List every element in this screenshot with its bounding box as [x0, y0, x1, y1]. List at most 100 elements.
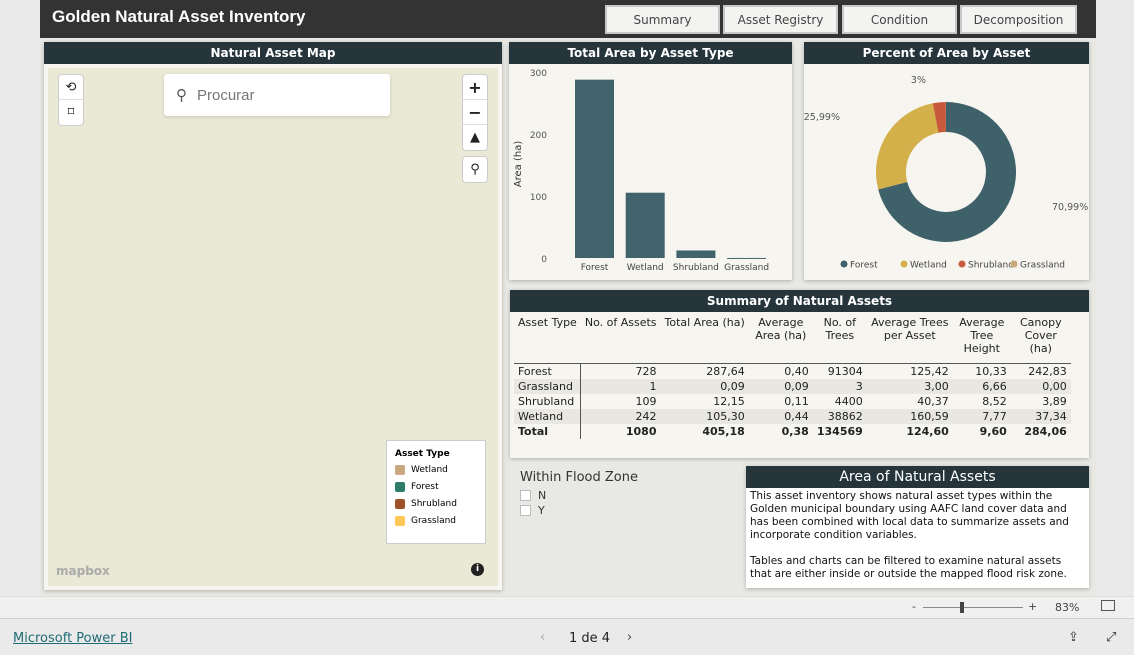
col-header[interactable]: Average Trees per Asset [867, 315, 953, 363]
table-row[interactable]: Wetland 242 105,30 0,44 38862 160,59 7,77 37,34 [514, 408, 1071, 424]
map-search-input[interactable]: ⚲ Procurar [164, 74, 390, 116]
legend-label[interactable]: Grassland [1020, 261, 1065, 271]
bar-forest[interactable] [575, 79, 614, 258]
table-cell: 0,11 [784, 394, 809, 408]
slice-wetland[interactable] [876, 103, 939, 190]
table-cell: 40,37 [917, 394, 949, 408]
checkbox[interactable] [520, 505, 531, 516]
legend-label[interactable]: Wetland [910, 261, 947, 271]
zoom-slider-thumb[interactable] [960, 602, 964, 613]
zoom-minus-button[interactable]: - [912, 600, 916, 613]
nav-summary-button[interactable]: Summary [605, 5, 720, 34]
table-cell: 0,44 [748, 408, 813, 424]
zoom-level: 83% [1055, 601, 1080, 614]
data-label: 3% [911, 75, 926, 86]
footer: Microsoft Power BI ‹ 1 de 4 › ⇪ ⤢ [0, 618, 1134, 655]
map-canvas[interactable]: ⟲ ⌑ ⚲ Procurar + − ▲ ⚲ Asset Type Wetland… [48, 68, 498, 586]
y-tick-label: 100 [530, 193, 547, 203]
table-cell: 242 [580, 408, 661, 424]
compass-icon[interactable]: ▲ [463, 125, 487, 150]
prev-page-button[interactable]: ‹ [540, 630, 545, 645]
zoom-out-button[interactable]: − [463, 100, 487, 125]
table-cell: 728 [635, 364, 657, 378]
table-cell: 0,09 [748, 378, 813, 394]
search-icon: ⚲ [176, 87, 187, 104]
table-cell: Wetland [514, 408, 582, 424]
next-page-button[interactable]: › [627, 630, 632, 645]
col-header[interactable]: Canopy Cover (ha) [1011, 315, 1071, 363]
table-cell: 284,06 [1024, 424, 1067, 438]
legend-item-shrubland: Shrubland [395, 499, 477, 509]
table-cell: 3 [812, 378, 867, 394]
legend-label[interactable]: Shrubland [968, 261, 1014, 271]
x-tick-label: Grassland [724, 263, 769, 273]
table-cell: 12,15 [713, 394, 745, 408]
table-cell: 37,34 [1010, 408, 1071, 424]
col-header[interactable]: Asset Type [514, 315, 581, 363]
nav-decomposition-button[interactable]: Decomposition [960, 5, 1077, 34]
table-cell: 91304 [827, 364, 863, 378]
info-icon[interactable]: i [471, 563, 484, 576]
x-tick-label: Forest [581, 263, 609, 273]
fullscreen-icon[interactable]: ⤢ [1106, 630, 1116, 645]
total-row[interactable]: Total 1080 405,18 0,38 134569 124,60 9,60 284,0… [514, 423, 1071, 439]
info-title: Area of Natural Assets [746, 466, 1089, 488]
table-cell: 0,38 [781, 424, 809, 438]
map-tools: ⟲ ⌑ [58, 74, 84, 126]
bar-chart: 0 100 200 300 Area (ha) Forest Wetland Shrublan… [513, 69, 769, 273]
table-row[interactable]: Shrubland 109 12,15 0,11 4400 40,37 8,52 3,89 [514, 393, 1071, 409]
mapbox-logo[interactable]: mapbox [56, 564, 110, 578]
table-cell: 0,00 [1010, 378, 1071, 394]
table-cell: 9,60 [979, 424, 1007, 438]
legend-marker [958, 260, 966, 268]
bar-grassland[interactable] [727, 257, 767, 259]
table-cell: 109 [635, 394, 657, 408]
flood-zone-slicer: Within Flood Zone N Y [520, 470, 638, 517]
report-title: Golden Natural Asset Inventory [52, 7, 306, 26]
map-legend: Asset Type Wetland Forest Shrubland Gras… [386, 440, 486, 544]
col-header[interactable]: Total Area (ha) [661, 315, 749, 363]
table-cell: 160,59 [866, 408, 953, 424]
power-bi-link[interactable]: Microsoft Power BI [13, 631, 132, 646]
zoom-bar: - + 83% [0, 596, 1134, 618]
donut-chart-title: Percent of Area by Asset [804, 42, 1089, 64]
table-row[interactable]: Grassland 1 0,09 0,09 3 3,00 6,66 0,00 [514, 378, 1071, 394]
col-header[interactable]: No. of Assets [581, 315, 661, 363]
table-cell: 3,89 [1042, 394, 1067, 408]
fit-to-page-icon[interactable] [1101, 600, 1115, 611]
col-header[interactable]: Average Tree Height [953, 315, 1011, 363]
page-indicator: 1 de 4 [569, 631, 611, 646]
table-cell: 134569 [816, 424, 863, 438]
table-row[interactable]: Forest 728 287,64 0,40 91304 125,42 10,33 242,8… [514, 363, 1071, 379]
zoom-slider[interactable] [923, 607, 1023, 608]
table-cell: 7,77 [952, 408, 1011, 424]
legend-label[interactable]: Forest [850, 261, 878, 271]
flood-option-y[interactable]: Y [520, 504, 638, 517]
table-title: Summary of Natural Assets [510, 290, 1089, 312]
col-header[interactable]: Average Area (ha) [749, 315, 813, 363]
bar-chart-title: Total Area by Asset Type [509, 42, 792, 64]
zoom-plus-button[interactable]: + [1028, 600, 1037, 613]
y-tick-label: 0 [541, 255, 547, 265]
nav-condition-button[interactable]: Condition [842, 5, 957, 34]
col-header[interactable]: No. of Trees [813, 315, 867, 363]
nav-asset-registry-button[interactable]: Asset Registry [723, 5, 838, 34]
share-icon[interactable]: ⇪ [1068, 630, 1079, 645]
y-axis-label: Area (ha) [513, 141, 524, 188]
bar-wetland[interactable] [625, 192, 665, 258]
data-label: 25,99% [804, 112, 840, 123]
table-cell: Forest [514, 363, 582, 379]
legend-marker [900, 260, 908, 268]
legend-item-forest: Forest [395, 482, 477, 492]
zoom-extent-button[interactable]: ⚲ [462, 156, 488, 183]
zoom-in-button[interactable]: + [463, 75, 487, 100]
table-cell: 0,40 [784, 364, 809, 378]
rect-select-icon[interactable]: ⌑ [59, 100, 83, 125]
lasso-select-icon[interactable]: ⟲ [59, 75, 83, 100]
table-cell: 1 [580, 378, 661, 394]
flood-option-n[interactable]: N [520, 489, 638, 502]
bar-shrubland[interactable] [676, 250, 716, 258]
checkbox[interactable] [520, 490, 531, 501]
legend-marker [840, 260, 848, 268]
flood-zone-title: Within Flood Zone [520, 470, 638, 485]
